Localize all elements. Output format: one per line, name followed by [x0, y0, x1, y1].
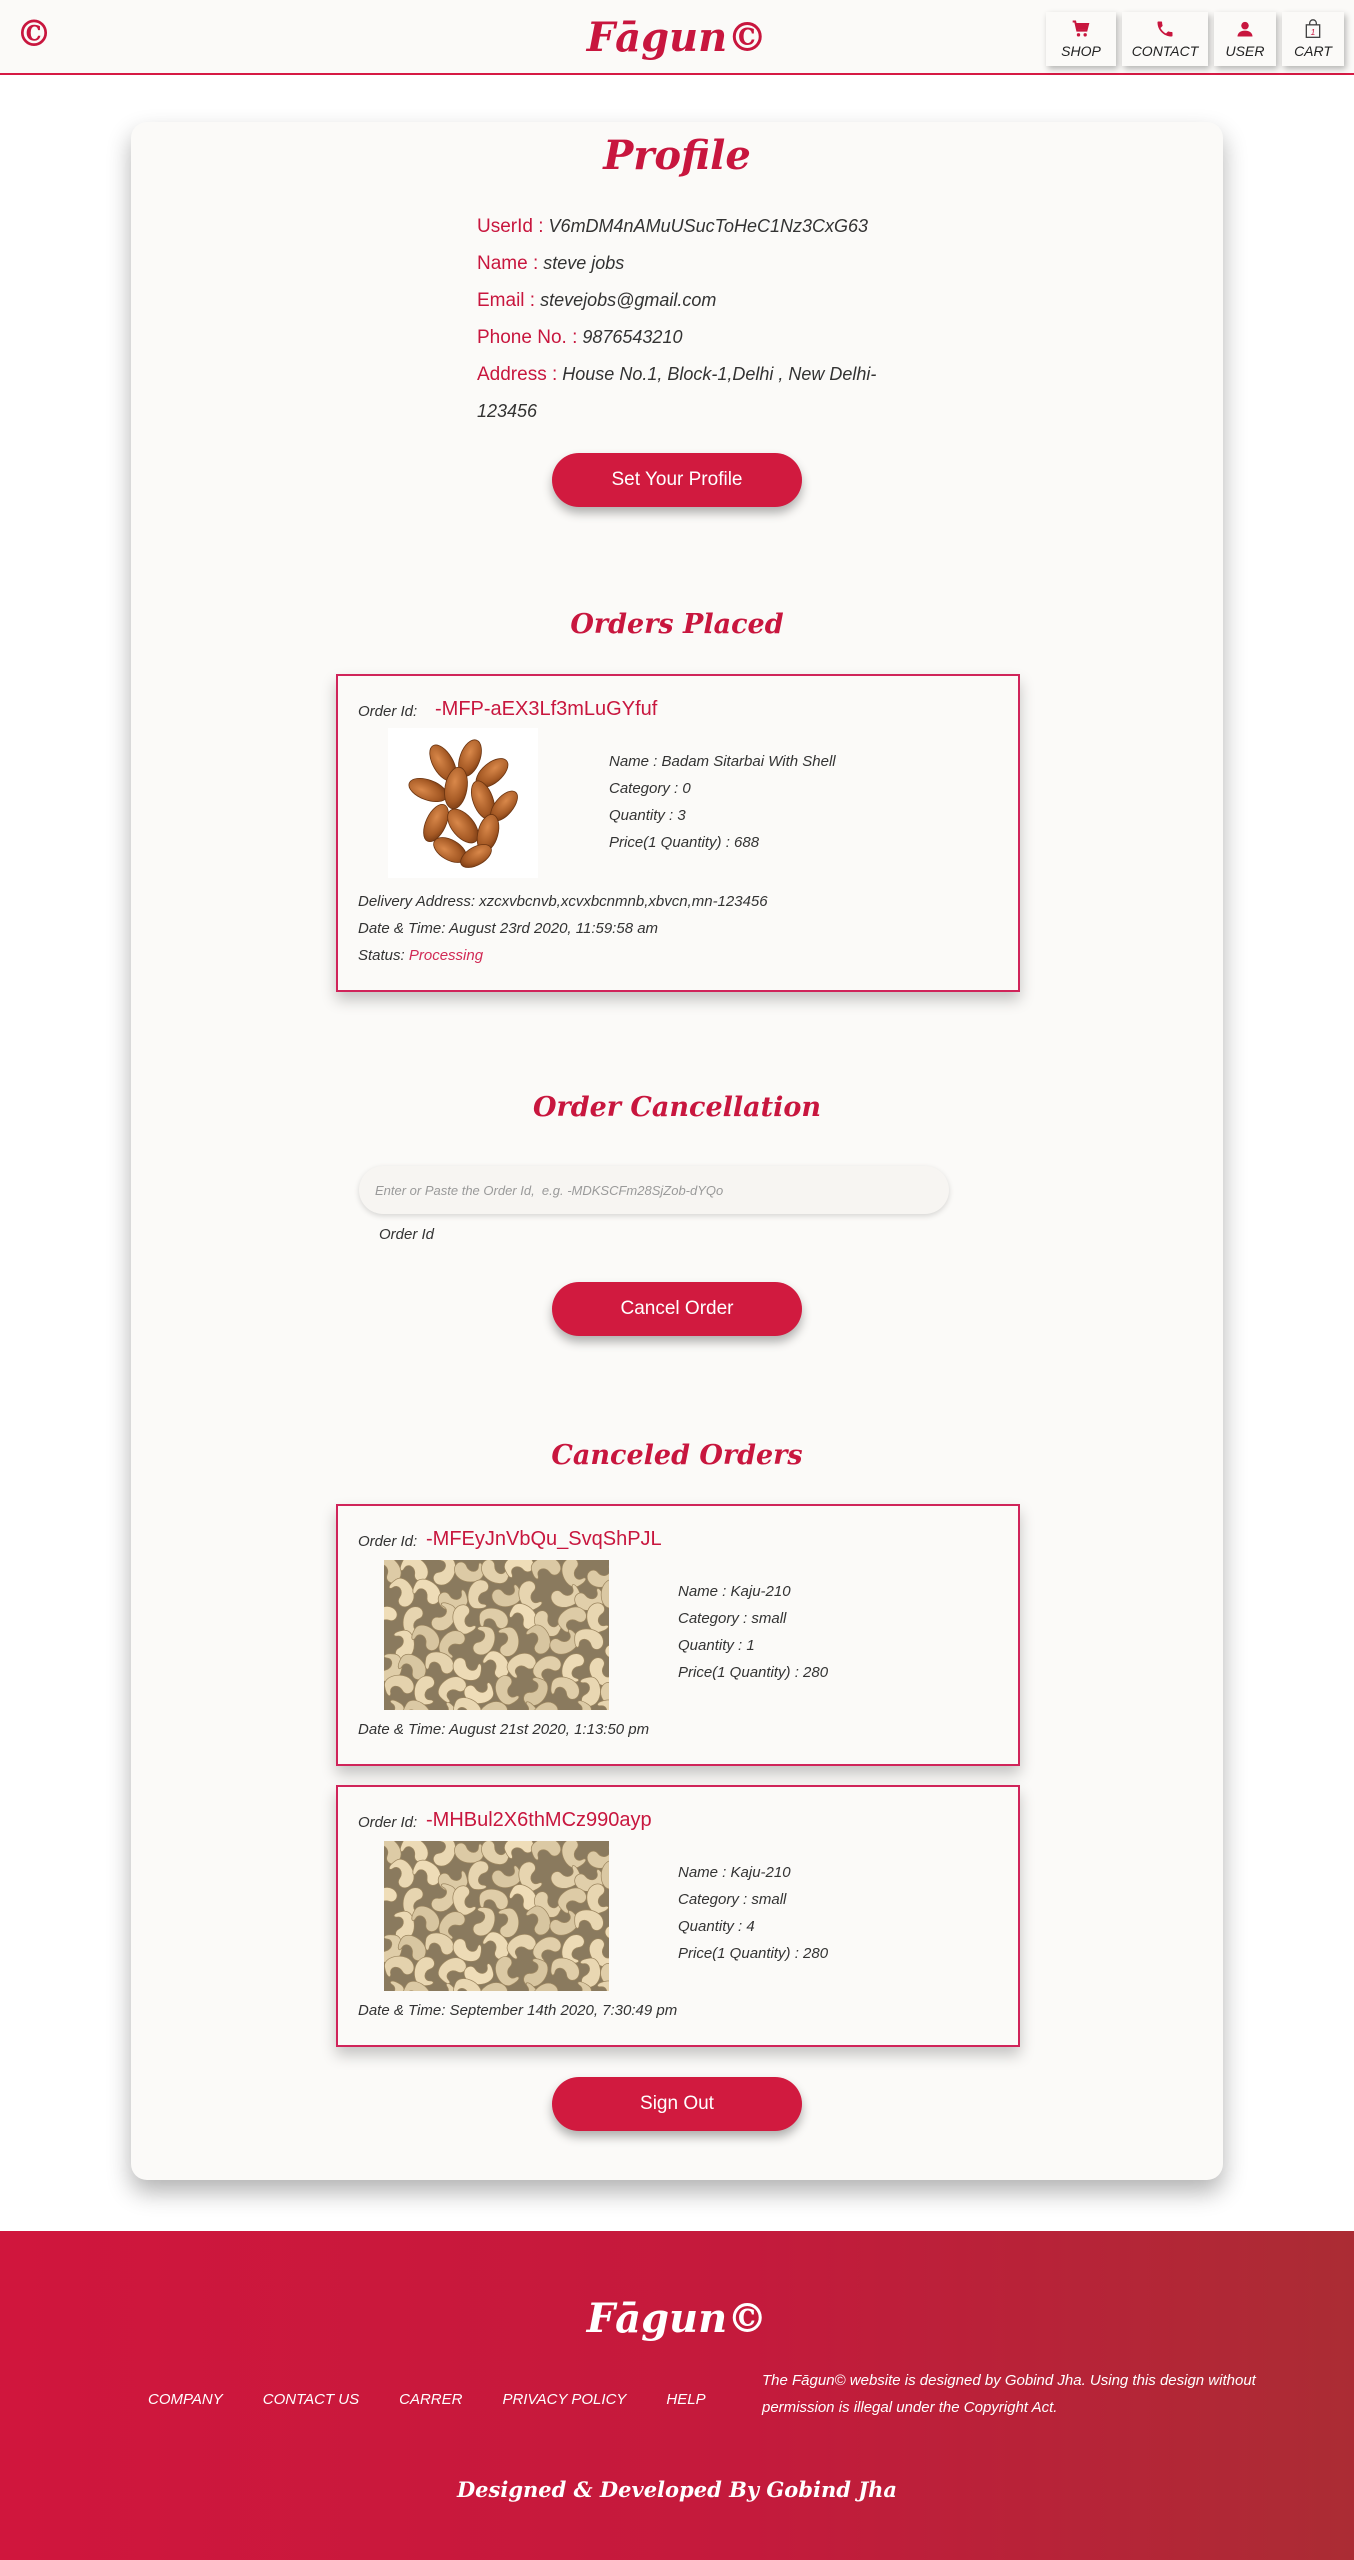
address-label: Address : — [477, 364, 558, 385]
order-status-row: Status: Processing — [358, 942, 768, 969]
cashews-image — [384, 1560, 609, 1710]
cashews-image — [384, 1841, 609, 1991]
set-profile-button[interactable]: Set Your Profile — [552, 453, 802, 507]
email-label: Email : — [477, 290, 536, 311]
footer-credit: Designed & Developed By Gobind Jha — [456, 2477, 898, 2502]
delivery-address: Delivery Address: xzcxvbcnvb,xcvxbcnmnb,… — [358, 893, 768, 910]
userid-label: UserId : — [477, 216, 544, 237]
footer: Fāgun© COMPANY CONTACT US CARRER PRIVACY… — [0, 2231, 1354, 2560]
product-price: Price(1 Quantity) : 280 — [678, 1945, 829, 1962]
product-name: Name : Badam Sitarbai With Shell — [609, 753, 836, 770]
footer-brand[interactable]: Fāgun© — [0, 2291, 1354, 2347]
name-label: Name : — [477, 253, 539, 274]
product-category: Category : small — [678, 1610, 787, 1627]
canceled-order-card: Order Id: -MHBul2X6thMCz990ayp Name : Ka… — [336, 1785, 1020, 2047]
userid-row: UserId : V6mDM4nAMuUSucToHeC1Nz3CxG63 — [477, 208, 897, 245]
order-card: Order Id: -MFP-aEX3Lf3mLuGYfuf Name: Ba… — [336, 674, 1020, 992]
order-id-value[interactable]: -MFP-aEX3Lf3mLuGYfuf — [435, 698, 657, 721]
userid-value: V6mDM4nAMuUSucToHeC1Nz3CxG63 — [548, 216, 869, 236]
profile-title: Profile — [603, 132, 751, 179]
canceled-orders-title: Canceled Orders — [551, 1440, 803, 1471]
cashews-illustration — [384, 1560, 609, 1710]
product-name: Name : Kaju-210 — [678, 1583, 791, 1600]
order-id-label: Order Id: — [358, 1533, 418, 1550]
orders-placed-title: Orders Placed — [570, 609, 784, 640]
nav-item-shop[interactable]: SHOP — [1046, 12, 1116, 66]
product-quantity: Quantity : 3 — [609, 807, 686, 824]
product-category: Category : 0 — [609, 780, 691, 797]
order-datetime: Date & Time: August 21st 2020, 1:13:50 p… — [358, 1721, 650, 1738]
status-label: Status: — [358, 947, 405, 964]
phone-value: 9876543210 — [582, 327, 683, 347]
order-details: Name : Badam Sitarbai With Shell Categor… — [609, 748, 836, 856]
order-meta: Delivery Address: xzcxvbcnvb,xcvxbcnmnb,… — [358, 888, 768, 969]
bag-icon: 1 — [1305, 19, 1321, 38]
product-category: Category : small — [678, 1891, 787, 1908]
product-quantity: Quantity : 1 — [678, 1637, 755, 1654]
nav-item-label: SHOP — [1061, 43, 1101, 59]
footer-copyright-note: The Fāgun© website is designed by Gobind… — [762, 2372, 1256, 2416]
order-cancellation-title: Order Cancellation — [532, 1092, 822, 1123]
nav-item-label: CART — [1294, 43, 1332, 59]
product-name: Name : Kaju-210 — [678, 1864, 791, 1881]
footer-link-contact-us[interactable]: CONTACT US — [263, 2391, 359, 2408]
order-details: Name : Kaju-210 Category : small Quantit… — [678, 1859, 828, 1967]
order-id-input[interactable] — [359, 1166, 949, 1214]
cart-icon — [1072, 20, 1090, 37]
order-id-label: Order Id: — [358, 1814, 418, 1831]
user-icon — [1237, 21, 1253, 37]
profile-card: Profile UserId : V6mDM4nAMuUSucToHeC1Nz3… — [131, 122, 1223, 2180]
email-value: stevejobs@gmail.com — [540, 290, 717, 310]
nav-item-label: CONTACT — [1131, 43, 1199, 59]
footer-link-company[interactable]: COMPANY — [148, 2391, 223, 2408]
phone-row: Phone No. : 9876543210 — [477, 319, 897, 356]
almonds-image — [388, 728, 538, 878]
footer-link-carrer[interactable]: CARRER — [399, 2391, 462, 2408]
cancel-order-button[interactable]: Cancel Order — [552, 1282, 802, 1336]
nav-item-cart[interactable]: 1 CART — [1282, 12, 1344, 66]
sign-out-button[interactable]: Sign Out — [552, 2077, 802, 2131]
phone-icon — [1157, 21, 1173, 37]
order-id-value[interactable]: -MHBul2X6thMCz990ayp — [426, 1809, 652, 1832]
status-badge: Processing — [408, 947, 484, 964]
cashews-illustration — [384, 1841, 609, 1991]
navbar: © Fāgun© SHOP CONTACT USER 1 CART — [0, 0, 1354, 75]
name-value: steve jobs — [543, 253, 625, 273]
product-price: Price(1 Quantity) : 280 — [678, 1664, 829, 1681]
order-id-label: Order Id: — [358, 703, 418, 720]
footer-link-privacy-policy[interactable]: PRIVACY POLICY — [502, 2391, 626, 2408]
nav-menu: SHOP CONTACT USER 1 CART — [1046, 12, 1344, 66]
order-id-input-label: Order Id — [379, 1226, 435, 1243]
almonds-illustration — [408, 739, 518, 868]
order-id-value[interactable]: -MFEyJnVbQu_SvqShPJL — [426, 1528, 662, 1551]
nav-item-label: USER — [1225, 43, 1265, 59]
name-row: Name : steve jobs — [477, 245, 897, 282]
order-datetime: Date & Time: August 23rd 2020, 11:59:58 … — [358, 920, 659, 937]
order-details: Name : Kaju-210 Category : small Quantit… — [678, 1578, 828, 1686]
nav-item-user[interactable]: USER — [1214, 12, 1276, 66]
footer-links: COMPANY CONTACT US CARRER PRIVACY POLICY… — [148, 2391, 706, 2408]
phone-label: Phone No. : — [477, 327, 578, 348]
order-datetime: Date & Time: September 14th 2020, 7:30:4… — [358, 2002, 678, 2019]
cart-count: 1 — [1311, 27, 1316, 37]
product-quantity: Quantity : 4 — [678, 1918, 755, 1935]
address-row: Address : House No.1, Block-1,Delhi , Ne… — [477, 356, 897, 429]
footer-link-help[interactable]: HELP — [666, 2391, 705, 2408]
profile-info: UserId : V6mDM4nAMuUSucToHeC1Nz3CxG63 Na… — [477, 208, 897, 429]
canceled-order-card: Order Id: -MFEyJnVbQu_SvqShPJL Name : Ka… — [336, 1504, 1020, 1766]
nav-item-contact[interactable]: CONTACT — [1122, 12, 1208, 66]
product-price: Price(1 Quantity) : 688 — [609, 834, 760, 851]
email-row: Email : stevejobs@gmail.com — [477, 282, 897, 319]
